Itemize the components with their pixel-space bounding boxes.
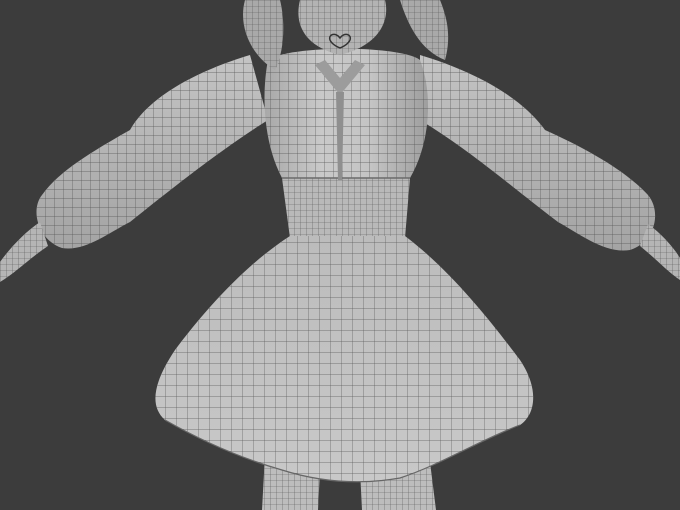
waist-band — [282, 177, 410, 238]
skirt — [155, 236, 534, 483]
wireframe-model-render — [0, 0, 680, 510]
3d-viewport[interactable] — [0, 0, 680, 510]
left-sleeve — [0, 55, 269, 282]
bodice — [264, 48, 429, 178]
right-sleeve — [420, 55, 680, 280]
